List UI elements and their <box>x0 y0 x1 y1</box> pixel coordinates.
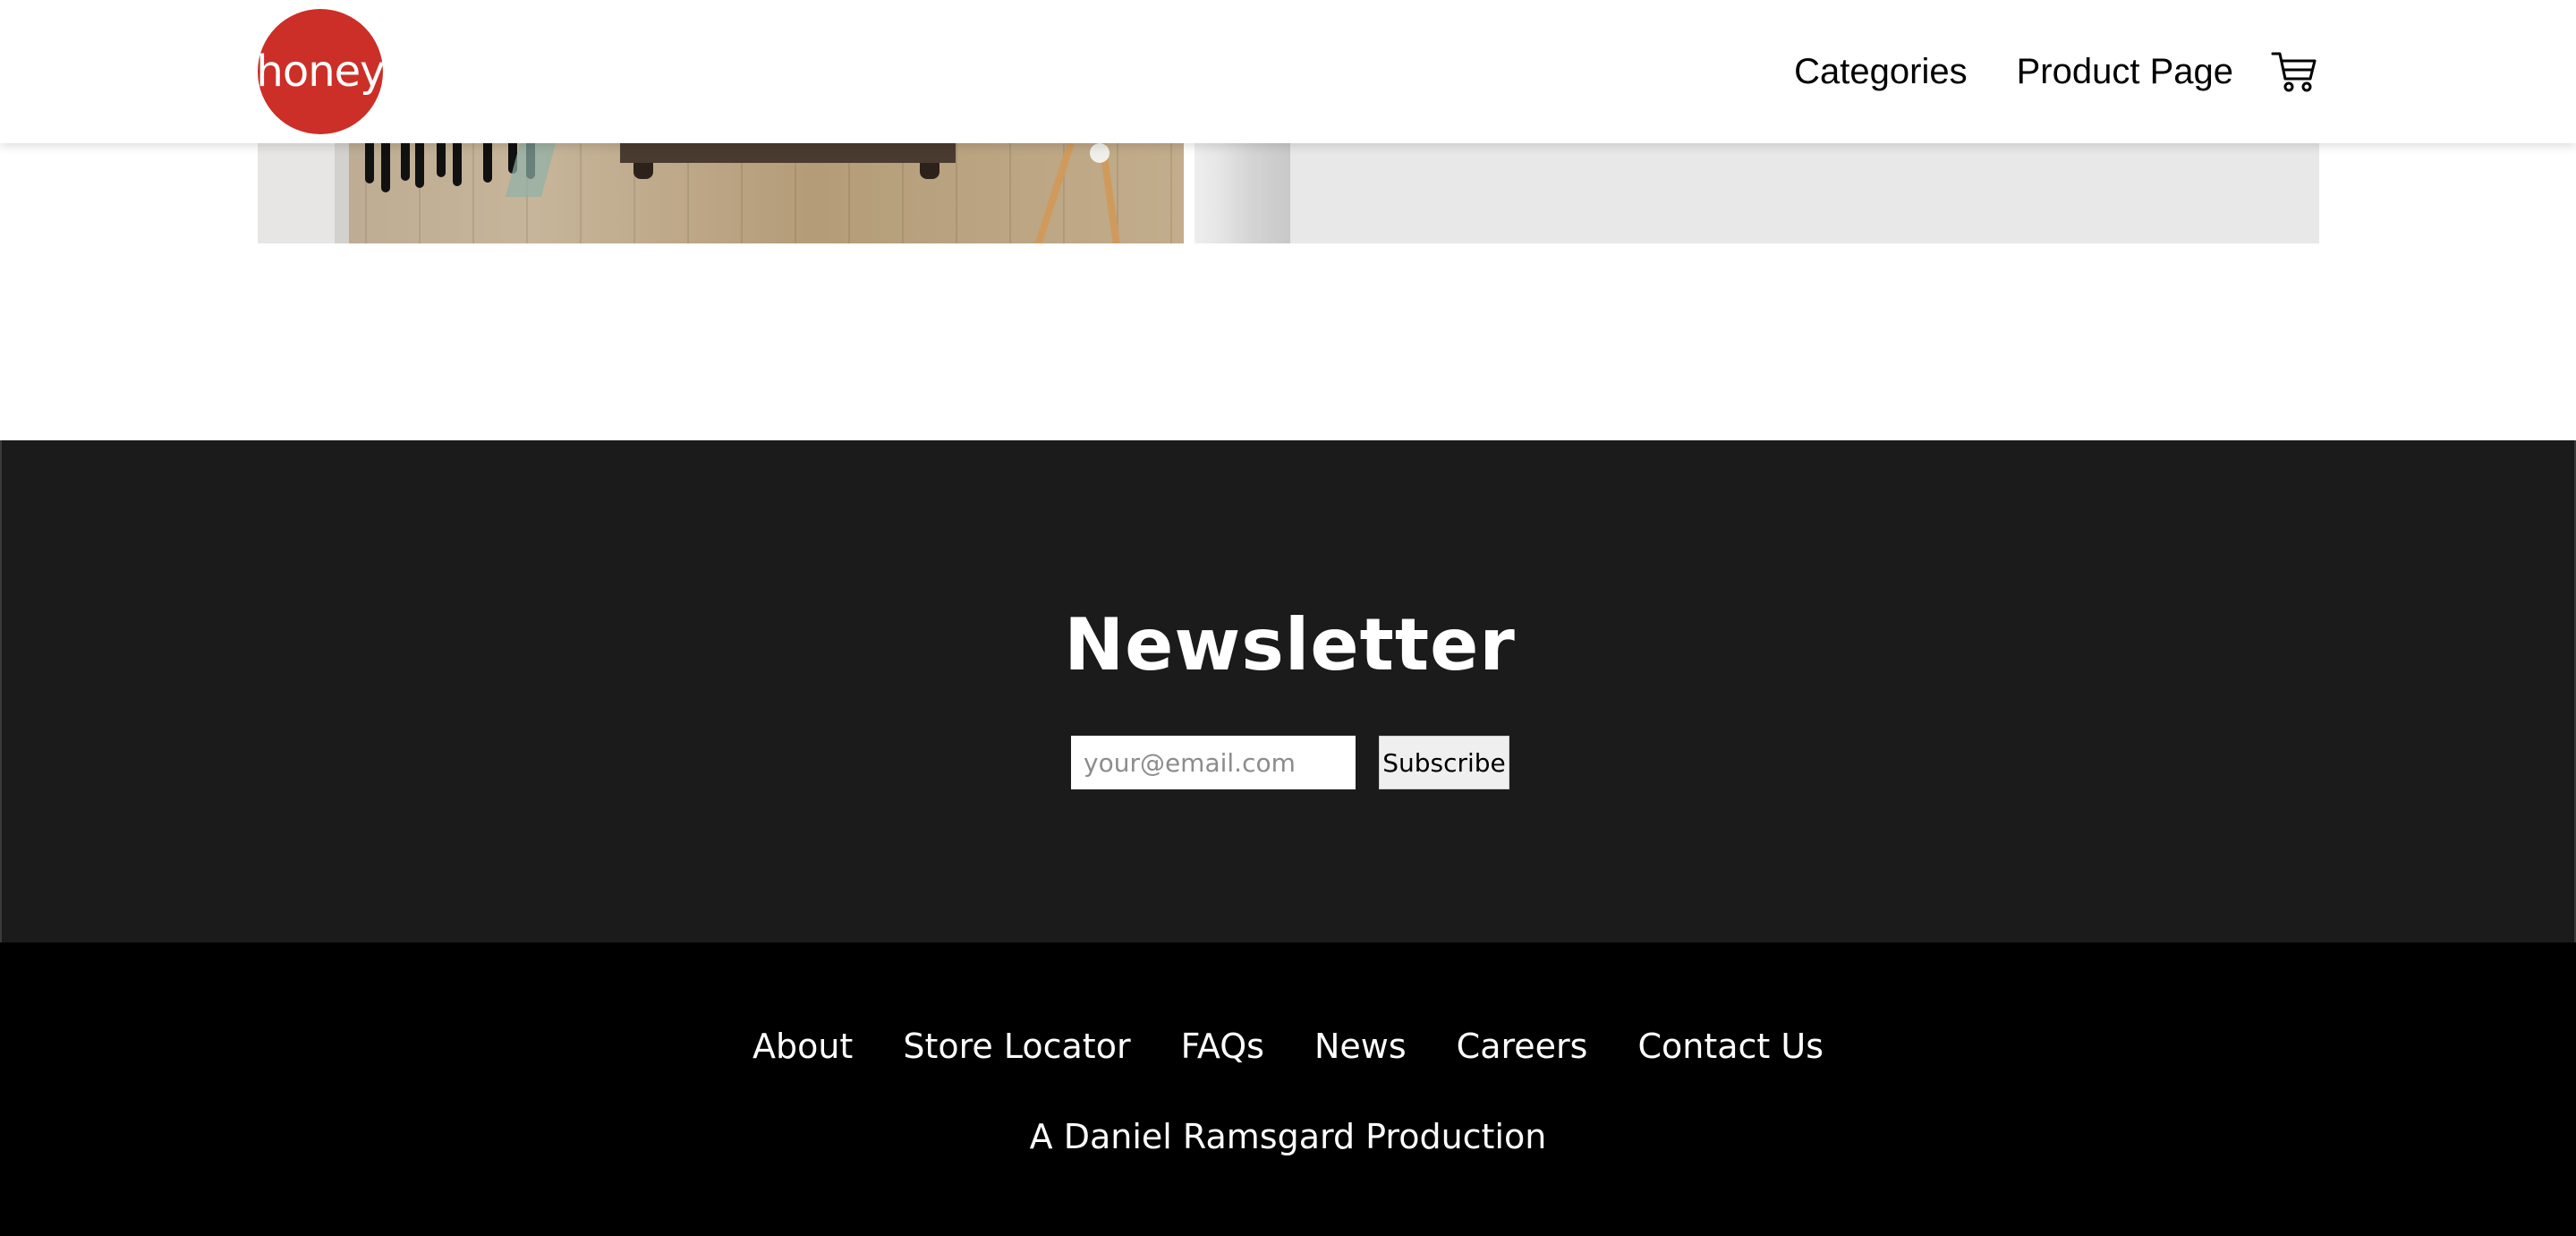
nav-categories-link[interactable]: Categories <box>1794 52 1967 92</box>
site-header: honey Categories Product Page <box>0 0 2576 143</box>
footer-link-news[interactable]: News <box>1314 1027 1407 1066</box>
footer-link-contact-us[interactable]: Contact Us <box>1637 1027 1824 1066</box>
newsletter-section: Newsletter Subscribe <box>0 440 2576 942</box>
footer-link-faqs[interactable]: FAQs <box>1181 1027 1264 1066</box>
honey-logo[interactable]: honey <box>256 9 386 134</box>
main-nav: Categories Product Page <box>1745 0 2319 143</box>
footer-link-careers[interactable]: Careers <box>1457 1027 1588 1066</box>
bench <box>620 143 956 163</box>
footer-link-about[interactable]: About <box>752 1027 853 1066</box>
footer-nav: About Store Locator FAQs News Careers Co… <box>0 1027 2576 1066</box>
door-photo <box>1194 143 1290 243</box>
logo-text: honey <box>256 47 385 97</box>
footer-link-store-locator[interactable]: Store Locator <box>903 1027 1130 1066</box>
subscribe-button[interactable]: Subscribe <box>1379 736 1509 789</box>
site-footer: About Store Locator FAQs News Careers Co… <box>0 942 2576 1236</box>
nav-product-page-link[interactable]: Product Page <box>2017 52 2233 92</box>
email-input[interactable] <box>1071 736 1356 789</box>
newsletter-title: Newsletter <box>1064 603 1516 686</box>
footer-credit: A Daniel Ramsgard Production <box>1029 1117 1547 1156</box>
room-photo <box>258 143 1184 243</box>
hero-strip <box>258 143 2319 243</box>
product-info-panel <box>1290 143 2319 243</box>
newsletter-form: Subscribe <box>1071 736 1509 789</box>
shopping-cart-icon[interactable] <box>2269 47 2319 97</box>
